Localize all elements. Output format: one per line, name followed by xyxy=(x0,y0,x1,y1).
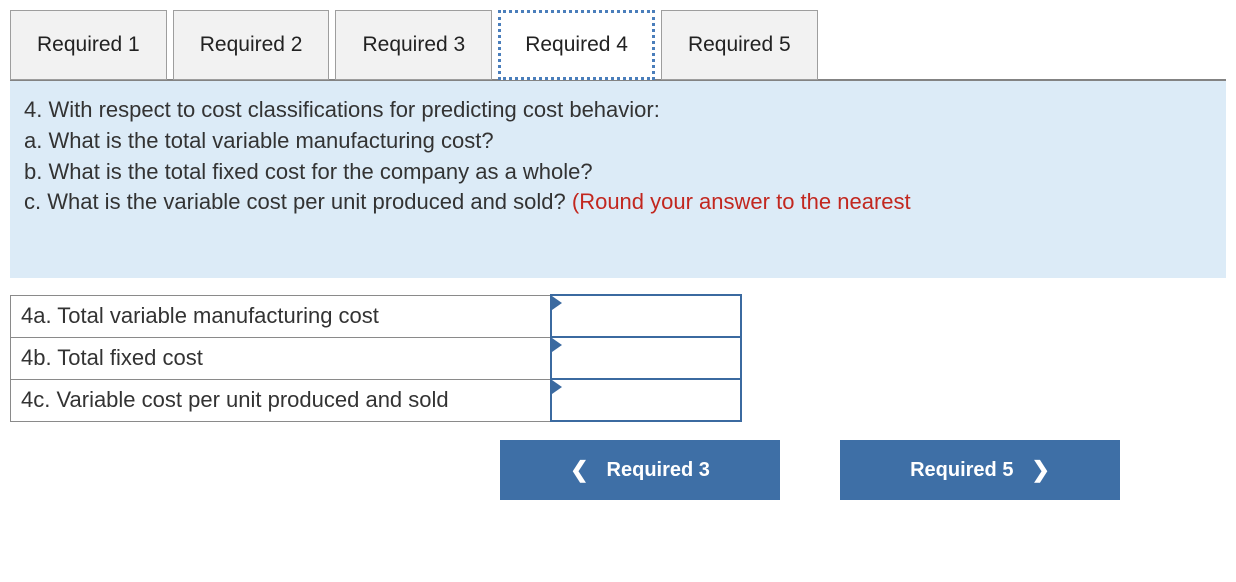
triangle-marker-icon xyxy=(552,296,562,310)
tab-required-2[interactable]: Required 2 xyxy=(173,10,330,80)
question-c: c. What is the variable cost per unit pr… xyxy=(24,187,1212,218)
question-b: b. What is the total fixed cost for the … xyxy=(24,157,1212,188)
tab-required-3[interactable]: Required 3 xyxy=(335,10,492,80)
chevron-right-icon: ❯ xyxy=(1031,457,1049,483)
prev-button-label: Required 3 xyxy=(607,459,710,482)
tab-required-1[interactable]: Required 1 xyxy=(10,10,167,80)
tab-required-4[interactable]: Required 4 xyxy=(498,10,655,80)
chevron-left-icon: ❮ xyxy=(570,457,588,483)
nav-buttons: ❮ Required 3 Required 5 ❯ xyxy=(500,440,1226,500)
input-cell-4b[interactable] xyxy=(551,337,741,379)
input-4b[interactable] xyxy=(552,338,740,378)
tabs-bar: Required 1 Required 2 Required 3 Require… xyxy=(10,10,1226,80)
next-button[interactable]: Required 5 ❯ xyxy=(840,440,1120,500)
prev-button[interactable]: ❮ Required 3 xyxy=(500,440,780,500)
input-cell-4c[interactable] xyxy=(551,379,741,421)
question-c-text: c. What is the variable cost per unit pr… xyxy=(24,189,572,214)
input-4c[interactable] xyxy=(552,380,740,420)
row-label-4b: 4b. Total fixed cost xyxy=(11,337,551,379)
question-a: a. What is the total variable manufactur… xyxy=(24,126,1212,157)
table-row: 4a. Total variable manufacturing cost xyxy=(11,295,741,337)
table-row: 4c. Variable cost per unit produced and … xyxy=(11,379,741,421)
triangle-marker-icon xyxy=(552,380,562,394)
row-label-4c: 4c. Variable cost per unit produced and … xyxy=(11,379,551,421)
row-label-4a: 4a. Total variable manufacturing cost xyxy=(11,295,551,337)
answer-table: 4a. Total variable manufacturing cost 4b… xyxy=(10,294,742,422)
input-cell-4a[interactable] xyxy=(551,295,741,337)
question-c-hint: (Round your answer to the nearest xyxy=(572,189,911,214)
table-row: 4b. Total fixed cost xyxy=(11,337,741,379)
question-intro: 4. With respect to cost classifications … xyxy=(24,95,1212,126)
triangle-marker-icon xyxy=(552,338,562,352)
tab-required-5[interactable]: Required 5 xyxy=(661,10,818,80)
question-panel: 4. With respect to cost classifications … xyxy=(10,79,1226,278)
next-button-label: Required 5 xyxy=(910,459,1013,482)
input-4a[interactable] xyxy=(552,296,740,336)
